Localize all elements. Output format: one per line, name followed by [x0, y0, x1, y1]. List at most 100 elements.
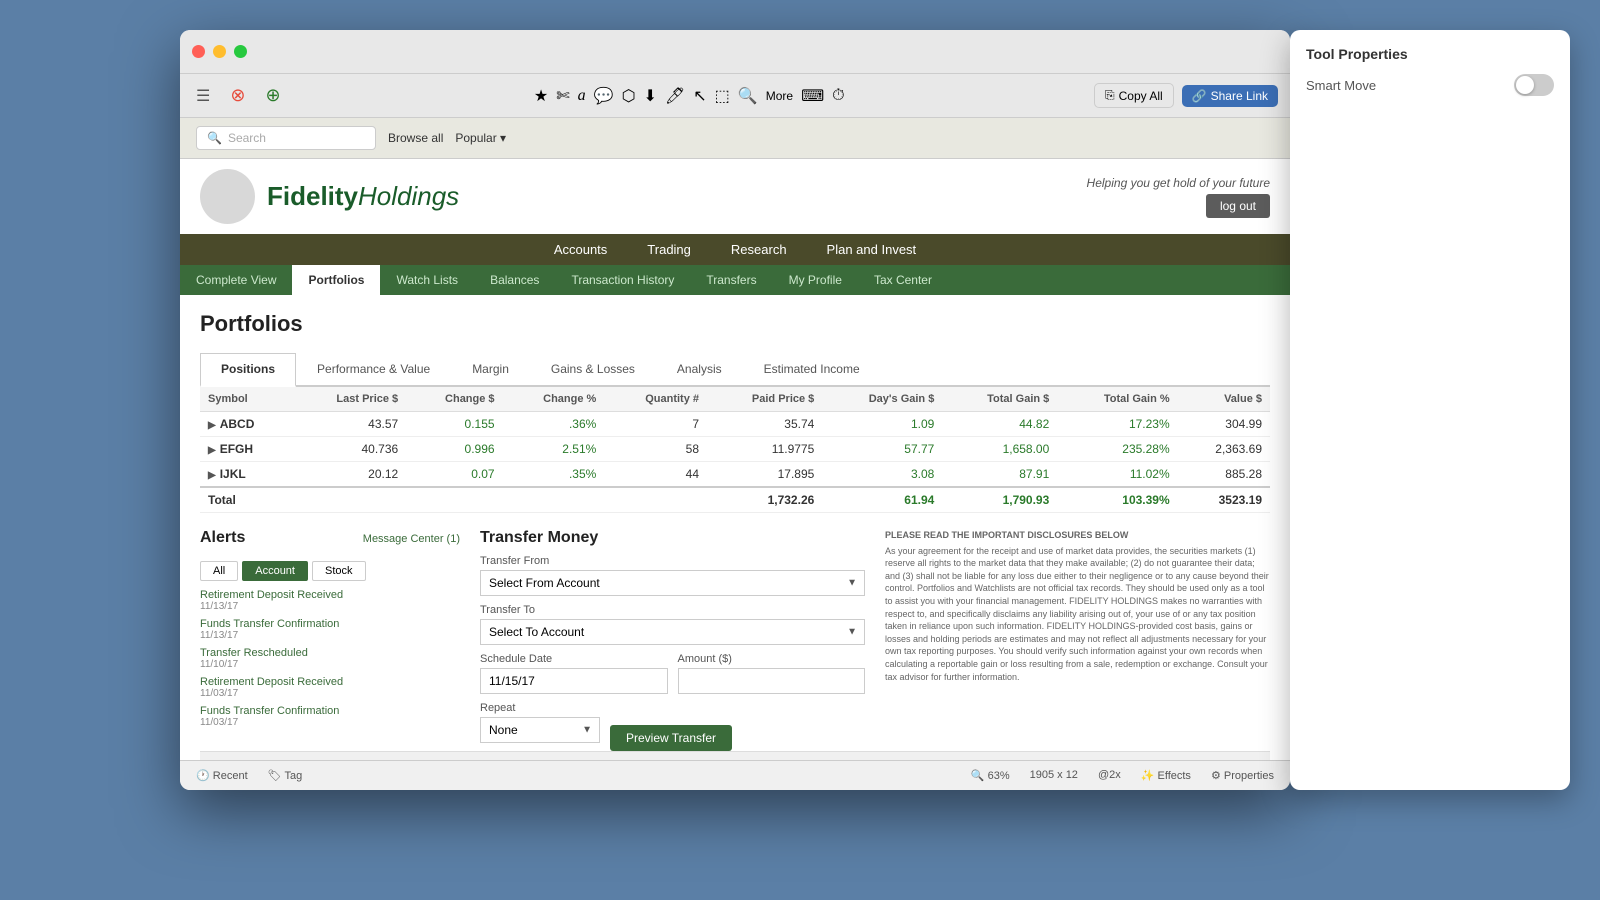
download-icon[interactable]: ⬇	[644, 86, 657, 106]
transfer-to-label: Transfer To	[480, 604, 865, 616]
subnav-transfers[interactable]: Transfers	[690, 265, 772, 295]
comment-icon[interactable]: 💬	[594, 86, 614, 106]
col-paid-price: Paid Price $	[707, 387, 822, 412]
hamburger-icon[interactable]: ☰	[192, 82, 214, 110]
transfer-to-select[interactable]: Select To Account	[480, 619, 865, 645]
subnav-balances[interactable]: Balances	[474, 265, 555, 295]
alerts-title: Alerts	[200, 529, 245, 547]
search-box[interactable]: 🔍 Search	[196, 126, 376, 150]
header-right: Helping you get hold of your future log …	[1087, 176, 1270, 218]
disclosures-text: As your agreement for the receipt and us…	[885, 545, 1270, 684]
maximize-button[interactable]	[234, 45, 247, 58]
transfer-from-select[interactable]: Select From Account	[480, 570, 865, 596]
right-panel: Tool Properties Smart Move	[1290, 30, 1570, 790]
cell-last-price: 43.57	[292, 412, 406, 437]
list-item: Retirement Deposit Received 11/03/17	[200, 676, 460, 699]
subnav-transaction-history[interactable]: Transaction History	[555, 265, 690, 295]
nav-trading[interactable]: Trading	[647, 242, 691, 257]
alert-tab-stock[interactable]: Stock	[312, 561, 366, 581]
cell-change-dollar: 0.07	[406, 462, 502, 488]
col-days-gain: Day's Gain $	[822, 387, 942, 412]
cell-value: 2,363.69	[1178, 437, 1270, 462]
subnav-portfolios[interactable]: Portfolios	[292, 265, 380, 295]
nav-accounts[interactable]: Accounts	[554, 242, 607, 257]
alert-item-title[interactable]: Retirement Deposit Received	[200, 589, 460, 601]
alert-item-title[interactable]: Funds Transfer Confirmation	[200, 705, 460, 717]
alert-item-date: 11/13/17	[200, 601, 460, 612]
copy-all-button[interactable]: ⎘ Copy All	[1094, 83, 1174, 108]
text-icon[interactable]: a	[578, 87, 586, 105]
subnav-my-profile[interactable]: My Profile	[773, 265, 858, 295]
nav-research[interactable]: Research	[731, 242, 787, 257]
subnav-complete-view[interactable]: Complete View	[180, 265, 292, 295]
cell-total-gain: 1,658.00	[942, 437, 1057, 462]
selection-icon[interactable]: ⬚	[715, 86, 730, 106]
cell-last-price: 20.12	[292, 462, 406, 488]
tab-gains-losses[interactable]: Gains & Losses	[530, 353, 656, 385]
toolbar-icons: ★ ✄ a 💬 ⬡ ⬇ 🖊 ↖ ⬚ 🔍 More ⌨ ⏱	[297, 86, 1083, 106]
tab-margin[interactable]: Margin	[451, 353, 530, 385]
star-icon[interactable]: ★	[534, 86, 548, 106]
alerts-section: Alerts Message Center (1) All Account St…	[200, 529, 460, 751]
crosshair-icon[interactable]: ✄	[556, 86, 569, 106]
alert-tab-account[interactable]: Account	[242, 561, 308, 581]
properties-button[interactable]: ⚙ Properties	[1211, 769, 1274, 782]
browse-all-button[interactable]: Browse all	[388, 131, 443, 145]
timer-icon[interactable]: ⏱	[832, 87, 844, 105]
logo-area: FidelityHoldings	[200, 169, 459, 224]
site-topbar: 🔍 Search Browse all Popular ▾	[180, 118, 1290, 159]
col-total-gain: Total Gain $	[942, 387, 1057, 412]
website-frame: 🔍 Search Browse all Popular ▾ FidelityHo…	[180, 118, 1290, 760]
cursor-icon[interactable]: ↖	[693, 86, 706, 106]
tag-button[interactable]: 🏷 Tag	[268, 769, 303, 782]
transfer-to-group: Transfer To Select To Account ▼	[480, 604, 865, 645]
bottom-status-bar: 🕐 Recent 🏷 Tag 🔍 63% 1905 x 12 @2x ✨ Eff…	[180, 760, 1290, 790]
amount-input[interactable]	[678, 668, 866, 694]
search-zoom-icon[interactable]: 🔍	[738, 86, 758, 106]
col-total-gain-pct: Total Gain %	[1057, 387, 1177, 412]
cell-total-gain-pct: 11.02%	[1057, 462, 1177, 488]
stop-icon[interactable]: ⊗	[226, 81, 249, 110]
cell-change-pct: .36%	[503, 412, 605, 437]
alert-item-title[interactable]: Transfer Rescheduled	[200, 647, 460, 659]
amount-group: Amount ($)	[678, 653, 866, 694]
amount-label: Amount ($)	[678, 653, 866, 665]
tab-performance[interactable]: Performance & Value	[296, 353, 451, 385]
subnav-watchlists[interactable]: Watch Lists	[380, 265, 474, 295]
subnav-tax-center[interactable]: Tax Center	[858, 265, 948, 295]
alert-item-title[interactable]: Funds Transfer Confirmation	[200, 618, 460, 630]
alert-item-title[interactable]: Retirement Deposit Received	[200, 676, 460, 688]
total-days-gain: 61.94	[822, 487, 942, 513]
alert-item-date: 11/10/17	[200, 659, 460, 670]
cell-change-pct: 2.51%	[503, 437, 605, 462]
more-label[interactable]: More	[766, 89, 793, 103]
cell-symbol: ▶ABCD	[200, 412, 292, 437]
tab-positions[interactable]: Positions	[200, 353, 296, 387]
schedule-date-input[interactable]	[480, 668, 668, 694]
paint-icon[interactable]: 🖊	[665, 86, 685, 106]
transfer-title: Transfer Money	[480, 529, 865, 547]
cell-total-gain-pct: 235.28%	[1057, 437, 1177, 462]
cell-symbol: ▶EFGH	[200, 437, 292, 462]
logout-button[interactable]: log out	[1206, 194, 1270, 218]
preview-transfer-button[interactable]: Preview Transfer	[610, 725, 732, 751]
copy-icon: ⎘	[1105, 88, 1115, 103]
popular-button[interactable]: Popular ▾	[455, 131, 506, 145]
close-button[interactable]	[192, 45, 205, 58]
smart-move-toggle[interactable]	[1514, 74, 1554, 96]
nav-plan-invest[interactable]: Plan and Invest	[827, 242, 917, 257]
tools-icon[interactable]: ⌨	[801, 86, 824, 106]
shapes-icon[interactable]: ⬡	[622, 86, 636, 106]
repeat-select-wrapper: None ▼	[480, 717, 600, 743]
effects-button[interactable]: ✨ Effects	[1141, 769, 1191, 782]
add-icon[interactable]: ⊕	[261, 81, 284, 110]
repeat-select[interactable]: None	[480, 717, 600, 743]
transfer-to-wrapper: Select To Account ▼	[480, 619, 865, 645]
alert-tab-all[interactable]: All	[200, 561, 238, 581]
tab-estimated-income[interactable]: Estimated Income	[743, 353, 881, 385]
share-link-button[interactable]: 🔗 Share Link	[1182, 85, 1278, 107]
tab-analysis[interactable]: Analysis	[656, 353, 743, 385]
recent-button[interactable]: 🕐 Recent	[196, 769, 248, 782]
message-center-link[interactable]: Message Center (1)	[363, 533, 460, 545]
minimize-button[interactable]	[213, 45, 226, 58]
